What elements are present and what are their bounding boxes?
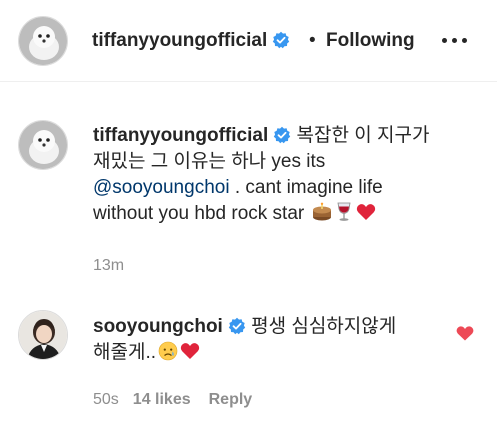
verified-badge-icon	[273, 31, 290, 49]
more-options-icon[interactable]	[440, 38, 470, 46]
caption-text: tiffanyyoungofficial 복잡한 이 지구가 재밌는 그 이유는…	[93, 123, 483, 227]
post-header: tiffanyyoungofficial • Following	[0, 0, 497, 82]
verified-badge-icon	[228, 317, 246, 335]
red-heart-emoji-icon	[180, 343, 200, 359]
wine-glass-emoji-icon	[337, 202, 350, 221]
comment-likes-count[interactable]: 14 likes	[133, 391, 191, 408]
following-button[interactable]: Following	[326, 28, 415, 54]
caption-line2: 재밌는 그 이유는 하나 yes its	[93, 151, 326, 172]
like-heart-icon[interactable]	[456, 325, 474, 341]
crying-face-emoji-icon	[158, 341, 178, 361]
comment-timestamp[interactable]: 50s	[93, 391, 119, 408]
header-avatar[interactable]	[18, 16, 68, 66]
separator-dot: •	[309, 30, 316, 51]
caption-avatar[interactable]	[18, 120, 68, 170]
comment-username[interactable]: sooyoungchoi	[93, 316, 223, 337]
caption-line1: 복잡한 이 지구가	[296, 125, 430, 146]
comment-avatar[interactable]	[18, 310, 68, 360]
red-heart-emoji-icon	[356, 204, 375, 220]
caption-line3: . cant imagine life	[229, 177, 383, 198]
verified-badge-icon	[274, 126, 291, 144]
mention-link[interactable]: @sooyoungchoi	[93, 177, 230, 198]
caption-timestamp[interactable]: 13m	[93, 256, 124, 276]
comment-line1: 평생 심심하지않게	[251, 316, 397, 337]
comment-text: sooyoungchoi 평생 심심하지않게 해줄게..	[93, 314, 443, 366]
comment-line2: 해줄게..	[93, 342, 156, 363]
reply-button[interactable]: Reply	[209, 391, 253, 408]
caption-username[interactable]: tiffanyyoungofficial	[93, 125, 268, 146]
header-username[interactable]: tiffanyyoungofficial	[92, 28, 290, 54]
header-username-text[interactable]: tiffanyyoungofficial	[92, 30, 267, 51]
cake-emoji-icon	[312, 202, 331, 221]
comment-meta: 50s 14 likes Reply	[93, 390, 252, 410]
caption-line4: without you hbd rock star	[93, 203, 305, 224]
